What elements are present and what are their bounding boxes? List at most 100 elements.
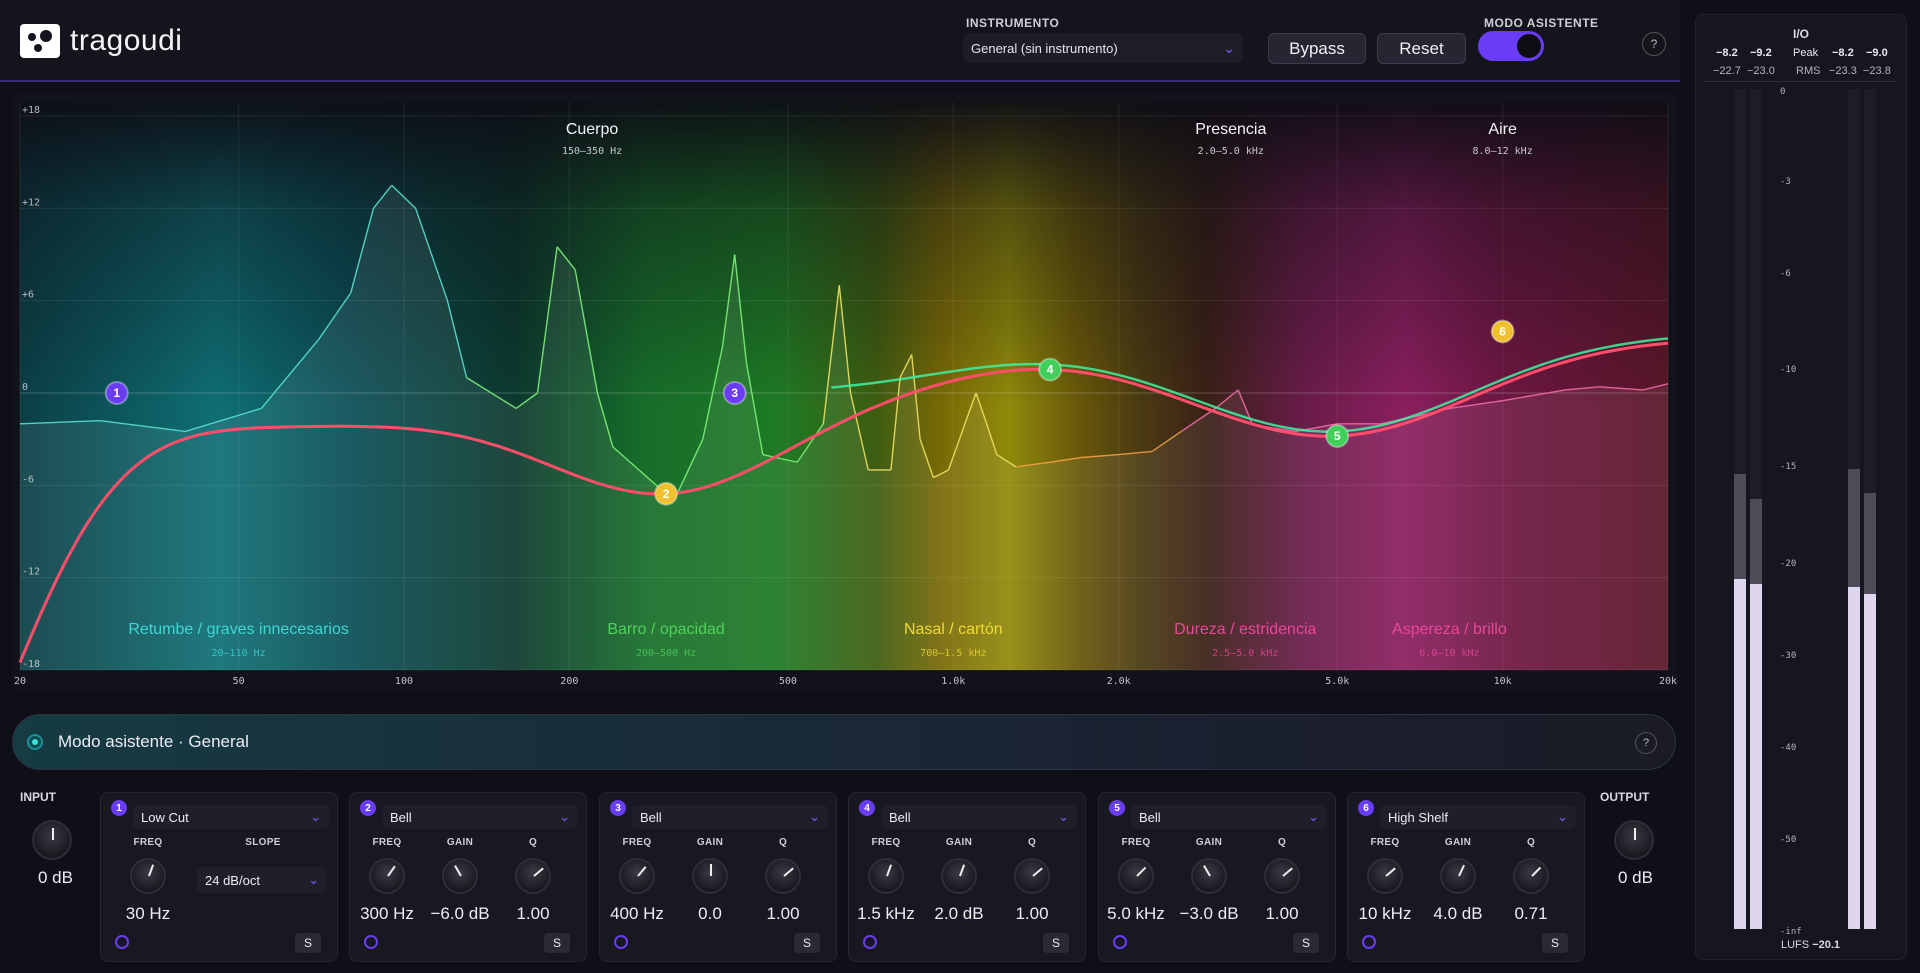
- param-value: 300 Hz: [360, 904, 414, 923]
- band-type-select[interactable]: Bell ⌄: [382, 805, 578, 829]
- assistant-bar[interactable]: Modo asistente · General ?: [12, 714, 1676, 770]
- lufs-readout: LUFS −20.1: [1781, 939, 1840, 951]
- in-peak-r: −9.2: [1750, 47, 1772, 59]
- output-section: OUTPUT 0 dB: [1600, 790, 1680, 888]
- band-type-select[interactable]: Bell ⌄: [1131, 805, 1327, 829]
- assistant-mode-label: MODO ASISTENTE: [1484, 16, 1599, 30]
- gain-knob[interactable]: [1440, 858, 1476, 894]
- output-knob[interactable]: [1614, 820, 1654, 860]
- band-param-gain: GAIN 2.0 dB: [924, 837, 994, 924]
- assistant-mode-toggle[interactable]: [1478, 31, 1544, 61]
- band-param-gain: GAIN −3.0 dB: [1174, 837, 1244, 924]
- param-value: 0.71: [1514, 904, 1548, 923]
- band-type-select[interactable]: High Shelf ⌄: [1380, 805, 1576, 829]
- q-knob[interactable]: [765, 858, 801, 894]
- band-param-freq: FREQ 10 kHz: [1350, 837, 1420, 924]
- freq-knob[interactable]: [619, 858, 655, 894]
- out-rms-l: −23.3: [1829, 65, 1857, 77]
- eq-graph[interactable]: +18+12+60-6-12-1820 50 100 200 500 1.0k 2.0k 5.…: [12, 94, 1678, 692]
- band-type-value: Bell: [640, 809, 662, 825]
- header-bar: tragoudi INSTRUMENTO General (sin instru…: [0, 0, 1680, 82]
- gain-knob[interactable]: [1191, 858, 1227, 894]
- bypass-button[interactable]: Bypass: [1268, 33, 1366, 64]
- chevron-down-icon: ⌄: [310, 809, 321, 824]
- band-type-select[interactable]: Low Cut ⌄: [133, 805, 329, 829]
- q-knob[interactable]: [1014, 858, 1050, 894]
- gain-knob[interactable]: [692, 858, 728, 894]
- band-type-value: High Shelf: [1388, 809, 1448, 825]
- freq-knob[interactable]: [369, 858, 405, 894]
- eq-node-1[interactable]: 1: [104, 381, 129, 405]
- instrument-select[interactable]: General (sin instrumento) ⌄: [963, 33, 1243, 63]
- power-icon[interactable]: [115, 935, 129, 949]
- band-param-q: Q 1.00: [498, 837, 568, 924]
- band-number-badge: 3: [610, 800, 626, 816]
- gain-knob[interactable]: [941, 858, 977, 894]
- zone-title: Retumbe / graves innecesarios: [128, 621, 349, 638]
- power-icon[interactable]: [1113, 935, 1127, 949]
- power-icon[interactable]: [863, 935, 877, 949]
- solo-button[interactable]: S: [1542, 933, 1568, 953]
- meter-scale-tick: -30: [1780, 651, 1797, 661]
- freq-knob[interactable]: [130, 858, 166, 894]
- q-knob[interactable]: [515, 858, 551, 894]
- power-icon[interactable]: [364, 935, 378, 949]
- band-2-panel: 2 Bell ⌄ FREQ 300 Hz GAIN −6.0 dB Q 1.00 …: [349, 792, 587, 962]
- param-value: 5.0 kHz: [1107, 904, 1165, 923]
- param-label: GAIN: [446, 837, 474, 848]
- band-param-q: Q 1.00: [997, 837, 1067, 924]
- power-icon[interactable]: [1362, 935, 1376, 949]
- zone-title: Nasal / cartón: [904, 621, 1003, 638]
- q-knob[interactable]: [1513, 858, 1549, 894]
- freq-knob[interactable]: [868, 858, 904, 894]
- eq-display[interactable]: +18 +12 +6 0 -6 -12 -18 20 50 100 200 500 1.0k 2.0k 5.…: [12, 94, 1678, 692]
- band-type-select[interactable]: Bell ⌄: [632, 805, 828, 829]
- band-param-freq: FREQ 5.0 kHz: [1101, 837, 1171, 924]
- gain-knob[interactable]: [442, 858, 478, 894]
- param-value: 400 Hz: [610, 904, 664, 923]
- freq-knob[interactable]: [1118, 858, 1154, 894]
- db-tick-label: +6: [22, 290, 34, 301]
- toggle-knob: [1517, 34, 1541, 58]
- freq-knob[interactable]: [1367, 858, 1403, 894]
- param-label: GAIN: [696, 837, 724, 848]
- input-knob[interactable]: [32, 820, 72, 860]
- slope-select[interactable]: 24 dB/oct ⌄: [197, 867, 327, 893]
- chevron-down-icon: ⌄: [1223, 39, 1235, 56]
- eq-node-5[interactable]: 5: [1325, 424, 1350, 449]
- freq-tick-label: 50: [233, 676, 245, 687]
- chevron-down-icon: ⌄: [559, 809, 570, 824]
- zone-title: Aspereza / brillo: [1392, 621, 1507, 638]
- freq-tick-label: 1.0k: [941, 676, 965, 687]
- band-6-panel: 6 High Shelf ⌄ FREQ 10 kHz GAIN 4.0 dB Q …: [1347, 792, 1585, 962]
- param-label: Q: [778, 837, 788, 848]
- eq-node-2[interactable]: 2: [654, 481, 679, 506]
- band-number-badge: 4: [859, 800, 875, 816]
- band-5-panel: 5 Bell ⌄ FREQ 5.0 kHz GAIN −3.0 dB Q 1.00…: [1098, 792, 1336, 962]
- eq-node-label: 6: [1499, 324, 1506, 338]
- reset-button[interactable]: Reset: [1377, 33, 1466, 64]
- eq-node-3[interactable]: 3: [722, 381, 747, 405]
- zone-title: Presencia: [1195, 121, 1266, 138]
- input-meter-r: [1750, 89, 1762, 929]
- power-icon[interactable]: [614, 935, 628, 949]
- help-button[interactable]: ?: [1642, 32, 1666, 56]
- solo-button[interactable]: S: [1043, 933, 1069, 953]
- q-knob[interactable]: [1264, 858, 1300, 894]
- band-param-freq: FREQ 1.5 kHz: [851, 837, 921, 924]
- solo-button[interactable]: S: [1293, 933, 1319, 953]
- solo-button[interactable]: S: [544, 933, 570, 953]
- meter-scale-tick: -50: [1780, 835, 1797, 845]
- param-label: GAIN: [1444, 837, 1472, 848]
- param-value: 30 Hz: [125, 904, 171, 923]
- eq-node-4[interactable]: 4: [1038, 357, 1063, 382]
- solo-button[interactable]: S: [295, 933, 321, 953]
- chevron-down-icon: ⌄: [1308, 809, 1319, 824]
- band-type-select[interactable]: Bell ⌄: [881, 805, 1077, 829]
- solo-button[interactable]: S: [794, 933, 820, 953]
- logo: tragoudi: [20, 24, 182, 58]
- in-rms-l: −22.7: [1713, 65, 1741, 77]
- eq-node-6[interactable]: 6: [1490, 319, 1515, 344]
- freq-tick-label: 10k: [1494, 676, 1512, 687]
- assistant-help-button[interactable]: ?: [1635, 732, 1657, 754]
